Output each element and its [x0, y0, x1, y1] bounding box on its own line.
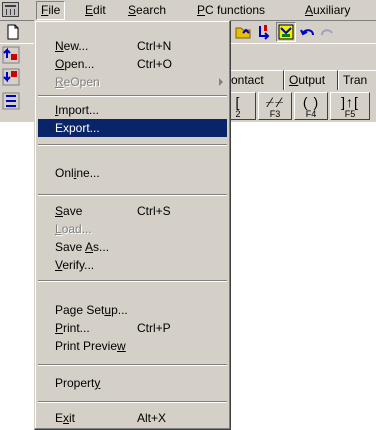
file-menu-dropdown: New... Ctrl+N Open... Ctrl+O ReOpen Impo… — [34, 20, 231, 430]
menu-item-save[interactable]: Save Ctrl+S — [38, 202, 227, 220]
menu-item-property[interactable]: Property — [38, 374, 227, 392]
menu-item-print-mnemonic: P — [55, 321, 64, 335]
tab-output[interactable]: Output — [284, 70, 338, 90]
menu-item-save-mnemonic: S — [55, 204, 64, 218]
fkey-f4[interactable]: ( ) F4 — [294, 92, 328, 120]
menu-item-exit-label-post: it — [69, 411, 76, 425]
menu-item-page-setup-label-pre: Page Set — [55, 303, 105, 317]
menu-separator — [38, 144, 227, 146]
arrow-down-icon[interactable] — [255, 23, 273, 41]
menu-item-new-label: ew... — [63, 39, 89, 53]
menu-item-property-label: Propert — [55, 376, 95, 390]
menu-pc-functions[interactable]: PC functions — [197, 3, 265, 17]
menu-item-load[interactable]: Load... — [38, 220, 227, 238]
menu-item-export[interactable]: Export... — [38, 119, 227, 137]
menu-item-reopen[interactable]: ReOpen — [38, 73, 227, 91]
menu-separator — [38, 364, 227, 366]
transfer-down-icon[interactable] — [2, 68, 20, 86]
menu-item-load-mnemonic: L — [55, 222, 62, 236]
menu-item-reopen-label: eOpen — [63, 75, 100, 89]
menu-item-open-shortcut: Ctrl+O — [137, 57, 173, 71]
menu-item-online[interactable]: Online... — [38, 164, 227, 182]
fkey-f5-label: F5 — [344, 109, 356, 119]
menu-item-verify-label: erify... — [62, 258, 95, 272]
menu-item-load-label: oad... — [61, 222, 92, 236]
transfer-up-icon[interactable] — [2, 46, 20, 64]
tab-contact[interactable]: ontact — [226, 70, 284, 90]
tab-output-label: utput — [298, 73, 326, 87]
menu-auxiliary-mnemonic: A — [305, 3, 314, 17]
menu-item-import[interactable]: Import... — [38, 101, 227, 119]
menu-item-property-mnemonic: y — [94, 376, 101, 390]
menu-item-reopen-mnemonic: R — [55, 75, 64, 89]
menu-file-label: ile — [48, 3, 61, 17]
menu-item-exit-label-pre: E — [55, 411, 64, 425]
menu-item-print-preview[interactable]: Print Preview — [38, 337, 227, 355]
app-icon[interactable] — [2, 2, 19, 17]
menu-item-print-label: rint... — [63, 321, 90, 335]
fkey-f5[interactable]: ]↑[ F5 — [330, 92, 370, 120]
menu-item-new[interactable]: New... Ctrl+N — [38, 37, 227, 55]
menu-item-print-preview-mnemonic: w — [117, 339, 126, 353]
menu-item-new-shortcut: Ctrl+N — [137, 39, 172, 53]
menu-item-online-label-pre: Onl — [55, 166, 74, 180]
menu-edit[interactable]: Edit — [85, 3, 106, 17]
menu-item-print-shortcut: Ctrl+P — [137, 321, 171, 335]
menu-item-save-as-mnemonic: A — [85, 240, 94, 254]
menu-edit-mnemonic: E — [85, 3, 94, 17]
menu-item-exit-shortcut: Alt+X — [137, 411, 167, 425]
menu-item-save-as[interactable]: Save As... — [38, 238, 227, 256]
menu-item-online-label-post: ne... — [76, 166, 100, 180]
submenu-arrow-icon — [219, 78, 223, 86]
menu-separator — [38, 95, 227, 97]
open-folder-icon[interactable] — [234, 23, 252, 41]
transfer-compare-icon[interactable] — [2, 92, 20, 110]
menu-item-export-label: Export... — [55, 121, 100, 135]
menu-item-print-preview-label: Print Previe — [55, 339, 118, 353]
monitor-icon[interactable] — [276, 22, 296, 42]
menu-item-print[interactable]: Print... Ctrl+P — [38, 319, 227, 337]
tab-output-mnemonic: O — [289, 73, 299, 87]
menu-search[interactable]: Search — [128, 3, 166, 17]
instruction-tabs: ontact Output Tran — [226, 70, 376, 90]
menu-item-save-as-label-pre: Save — [55, 240, 86, 254]
menu-auxiliary[interactable]: Auxiliary — [305, 3, 350, 17]
menu-item-page-setup[interactable]: Page Setup... — [38, 301, 227, 319]
undo-icon[interactable] — [299, 23, 317, 41]
menu-item-save-label: ave — [63, 204, 83, 218]
tab-contact-label: ontact — [231, 73, 264, 87]
menu-item-save-shortcut: Ctrl+S — [137, 204, 171, 218]
menu-separator — [38, 280, 227, 282]
menu-item-exit[interactable]: Exit Alt+X — [38, 409, 227, 427]
fkey-f3[interactable]: ⌿⌿ F3 — [258, 92, 292, 120]
fkey-f4-label: F4 — [305, 109, 317, 119]
menu-item-save-as-label-post: s... — [93, 240, 110, 254]
menu-item-new-mnemonic: N — [55, 39, 64, 53]
fkey-f4-symbol: ( ) — [302, 94, 320, 110]
menu-separator — [38, 194, 227, 196]
menu-item-verify[interactable]: Verify... — [38, 256, 227, 274]
fkey-f5-symbol: ]↑[ — [341, 94, 359, 110]
fkey-f3-label: F3 — [269, 109, 281, 119]
new-document-icon[interactable] — [4, 23, 22, 41]
menu-auxiliary-label: uxiliary — [313, 3, 351, 17]
menu-item-open-label: pen... — [64, 57, 95, 71]
menu-pc-functions-mnemonic: P — [197, 3, 206, 17]
menu-pc-functions-label: C functions — [205, 3, 266, 17]
menu-item-open-mnemonic: O — [55, 57, 65, 71]
menu-item-open[interactable]: Open... Ctrl+O — [38, 55, 227, 73]
menu-search-mnemonic: S — [128, 3, 137, 17]
tab-transfer-label: Tran — [343, 73, 368, 87]
menu-file[interactable]: File — [36, 1, 66, 20]
menu-edit-label: dit — [93, 3, 106, 17]
menu-item-import-label: mport... — [58, 103, 100, 117]
redo-icon[interactable] — [319, 23, 337, 41]
menu-separator — [38, 401, 227, 403]
function-key-bar: [ 2 ⌿⌿ F3 ( ) F4 ]↑[ F5 — [220, 92, 376, 122]
tab-transfer[interactable]: Tran — [338, 70, 376, 90]
menu-bar: File Edit Search PC functions Auxiliary — [0, 0, 376, 21]
menu-search-label: earch — [136, 3, 167, 17]
menu-item-page-setup-label-post: p... — [111, 303, 128, 317]
